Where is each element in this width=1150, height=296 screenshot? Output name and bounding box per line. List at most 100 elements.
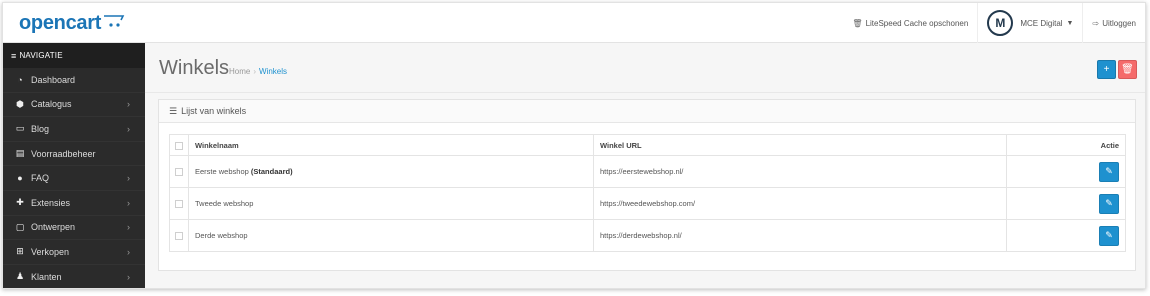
- chevron-right-icon: ›: [127, 99, 130, 110]
- sidebar-item-label: Verkopen: [31, 246, 70, 257]
- logo-text: opencart: [19, 12, 102, 34]
- user-menu[interactable]: M MCE Digital ▼: [977, 3, 1082, 43]
- sidebar-item-voorraadbeheer[interactable]: ▤ Voorraadbeheer: [3, 142, 145, 167]
- add-store-button[interactable]: +: [1097, 60, 1116, 79]
- nav-heading[interactable]: ≡ NAVIGATIE: [3, 43, 145, 68]
- store-url-cell: https://derdewebshop.nl/: [593, 219, 1007, 252]
- avatar: M: [987, 10, 1014, 36]
- sidebar-item-label: Blog: [31, 123, 50, 134]
- folder-icon: ▭: [15, 123, 25, 134]
- pencil-icon: ✎: [1105, 166, 1113, 176]
- table-header-row: Winkelnaam Winkel URL Actie: [169, 134, 1126, 156]
- action-cell: ✎: [1006, 187, 1126, 220]
- sidebar-item-label: Dashboard: [31, 74, 76, 85]
- puzzle-icon: ✚: [16, 197, 24, 208]
- store-url-cell: https://tweedewebshop.com/: [593, 187, 1007, 220]
- column-header-name[interactable]: Winkelnaam: [188, 134, 594, 156]
- pencil-icon: ✎: [1105, 230, 1113, 240]
- breadcrumb: Home › Winkels: [229, 67, 287, 76]
- sidebar-item-blog[interactable]: ▭ Blog ›: [3, 117, 145, 142]
- tachometer-icon: ◔: [17, 74, 23, 85]
- sidebar-item-label: Catalogus: [31, 99, 72, 110]
- page-header: Winkels Home › Winkels + 🗑: [145, 43, 1145, 93]
- caret-down-icon: ▼: [1066, 19, 1074, 27]
- column-header-action: Actie: [1006, 134, 1126, 156]
- logout-label: Uitloggen: [1102, 18, 1136, 28]
- stores-table: Winkelnaam Winkel URL Actie Eerste websh…: [169, 134, 1126, 252]
- sidebar-item-label: Ontwerpen: [31, 222, 76, 233]
- sidebar-item-label: Extensies: [31, 197, 71, 208]
- logout-link[interactable]: ⇨ Uitloggen: [1082, 3, 1145, 43]
- sidebar-item-ontwerpen[interactable]: ▢ Ontwerpen ›: [3, 216, 145, 241]
- chevron-right-icon: ›: [127, 197, 130, 208]
- sidebar-nav: ≡ NAVIGATIE ◔ Dashboard ⬢ Catalogus › ▭ B…: [3, 43, 145, 288]
- page-title: Winkels: [159, 57, 230, 79]
- top-header: opencart 🗑 LiteSpeed Cache opschonen M M…: [3, 3, 1145, 43]
- row-checkbox[interactable]: [175, 168, 183, 176]
- chevron-right-icon: ›: [127, 222, 130, 233]
- chevron-right-icon: ›: [127, 246, 130, 257]
- litespeed-cache-link[interactable]: 🗑 LiteSpeed Cache opschonen: [843, 3, 977, 43]
- sidebar-item-label: Klanten: [31, 271, 62, 282]
- user-name: MCE Digital: [1020, 18, 1063, 28]
- litespeed-cache-label: LiteSpeed Cache opschonen: [865, 18, 969, 28]
- app-window: opencart 🗑 LiteSpeed Cache opschonen M M…: [2, 2, 1146, 289]
- sidebar-item-verkopen[interactable]: ⊞ Verkopen ›: [3, 240, 145, 265]
- cart-icon: ⊞: [16, 246, 24, 257]
- row-select-cell: [169, 219, 189, 252]
- main-content: Winkels Home › Winkels + 🗑 ☰ Lijst van win…: [145, 43, 1145, 288]
- user-icon: ♟: [15, 271, 25, 282]
- chevron-right-icon: ›: [127, 271, 130, 282]
- store-name-cell: Derde webshop: [188, 219, 594, 252]
- store-name: Tweede webshop: [195, 199, 254, 208]
- action-cell: ✎: [1006, 219, 1126, 252]
- row-checkbox[interactable]: [175, 232, 183, 240]
- store-list-panel: ☰ Lijst van winkels Winkelnaam Winkel UR…: [158, 99, 1136, 271]
- store-name-cell: Tweede webshop: [188, 187, 594, 220]
- row-select-cell: [169, 187, 189, 220]
- edit-button[interactable]: ✎: [1099, 193, 1119, 214]
- edit-button[interactable]: ✎: [1099, 225, 1119, 246]
- chevron-right-icon: ›: [127, 123, 130, 134]
- monitor-icon: ▢: [15, 221, 25, 232]
- panel-heading: ☰ Lijst van winkels: [159, 100, 1135, 123]
- table-row: Eerste webshop (Standaard) https://eerst…: [169, 155, 1126, 188]
- nav-heading-label: NAVIGATIE: [19, 51, 63, 60]
- trash-icon: 🗑: [1121, 64, 1134, 75]
- breadcrumb-separator: ›: [253, 67, 257, 76]
- action-cell: ✎: [1006, 155, 1126, 188]
- row-select-cell: [169, 155, 189, 188]
- sidebar-item-faq[interactable]: ● FAQ ›: [3, 166, 145, 191]
- breadcrumb-current[interactable]: Winkels: [259, 67, 287, 76]
- opencart-logo[interactable]: opencart: [19, 12, 127, 35]
- trash-icon: 🗑: [852, 18, 863, 28]
- sidebar-item-catalogus[interactable]: ⬢ Catalogus ›: [3, 93, 145, 118]
- delete-store-button[interactable]: 🗑: [1118, 60, 1137, 79]
- store-name-cell: Eerste webshop (Standaard): [188, 155, 594, 188]
- sign-out-icon: ⇨: [1092, 18, 1100, 28]
- column-header-url[interactable]: Winkel URL: [593, 134, 1007, 156]
- sidebar-item-label: FAQ: [31, 173, 50, 184]
- default-tag: (Standaard): [250, 167, 293, 176]
- table-row: Tweede webshop https://tweedewebshop.com…: [169, 187, 1126, 220]
- table-icon: ▤: [15, 148, 25, 159]
- row-checkbox[interactable]: [175, 200, 183, 208]
- store-name: Eerste webshop: [195, 167, 249, 176]
- edit-button[interactable]: ✎: [1099, 161, 1119, 182]
- panel-title: Lijst van winkels: [181, 106, 247, 116]
- menu-bars-icon: ≡: [11, 50, 17, 61]
- chevron-right-icon: ›: [127, 173, 130, 184]
- plus-icon: +: [1103, 64, 1110, 75]
- cart-logo-icon: [104, 15, 125, 27]
- select-all-checkbox[interactable]: [175, 141, 183, 150]
- tag-icon: ⬢: [16, 98, 24, 109]
- sidebar-item-dashboard[interactable]: ◔ Dashboard: [3, 68, 145, 93]
- sidebar-item-klanten[interactable]: ♟ Klanten ›: [3, 265, 145, 288]
- sidebar-item-label: Voorraadbeheer: [31, 148, 96, 159]
- list-icon: ☰: [169, 105, 178, 116]
- pencil-icon: ✎: [1105, 198, 1113, 208]
- breadcrumb-home[interactable]: Home: [229, 67, 250, 76]
- sidebar-item-extensies[interactable]: ✚ Extensies ›: [3, 191, 145, 216]
- store-name: Derde webshop: [195, 231, 248, 240]
- store-url-cell: https://eerstewebshop.nl/: [593, 155, 1007, 188]
